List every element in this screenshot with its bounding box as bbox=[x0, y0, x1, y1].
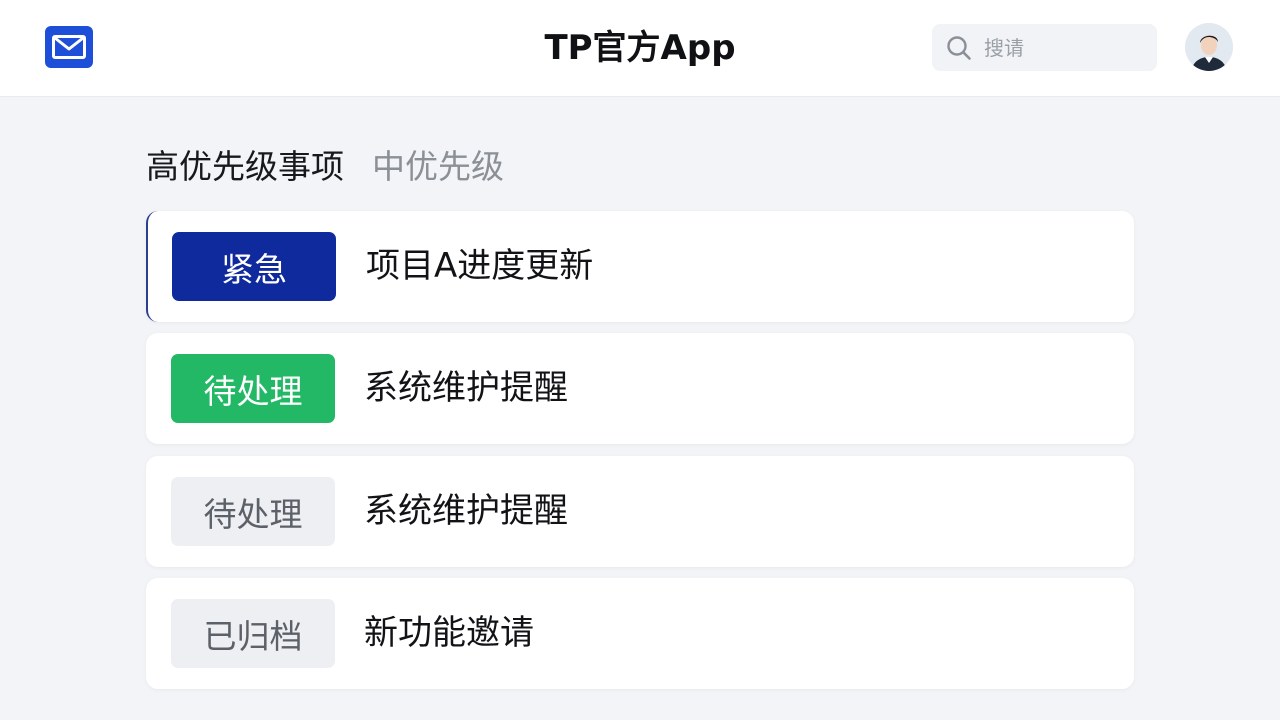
tab-high-priority[interactable]: 高优先级事项 bbox=[146, 144, 344, 190]
status-badge: 已归档 bbox=[171, 599, 335, 668]
item-title: 系统维护提醒 bbox=[364, 368, 568, 408]
list-item[interactable]: 待处理 系统维护提醒 bbox=[146, 456, 1134, 567]
avatar-image bbox=[1185, 23, 1233, 71]
list-item[interactable]: 待处理 系统维护提醒 bbox=[146, 333, 1134, 444]
item-title: 新功能邀请 bbox=[364, 613, 534, 653]
mail-icon bbox=[52, 35, 86, 59]
list-item[interactable]: 已归档 新功能邀请 bbox=[146, 578, 1134, 689]
tab-medium-priority[interactable]: 中优先级 bbox=[372, 144, 504, 190]
item-title: 系统维护提醒 bbox=[364, 491, 568, 531]
mail-button[interactable] bbox=[45, 26, 93, 68]
status-badge: 待处理 bbox=[171, 477, 335, 546]
user-avatar[interactable] bbox=[1185, 23, 1233, 71]
priority-tabs: 高优先级事项 中优先级 bbox=[146, 144, 504, 190]
search-input[interactable] bbox=[982, 34, 1146, 61]
item-title: 项目A进度更新 bbox=[366, 246, 594, 286]
top-header: TP官方App bbox=[0, 0, 1280, 96]
status-badge: 紧急 bbox=[172, 232, 336, 301]
list-item[interactable]: 紧急 项目A进度更新 bbox=[146, 211, 1134, 322]
search-box[interactable] bbox=[932, 24, 1157, 71]
search-icon bbox=[947, 35, 971, 60]
status-badge: 待处理 bbox=[171, 354, 335, 423]
